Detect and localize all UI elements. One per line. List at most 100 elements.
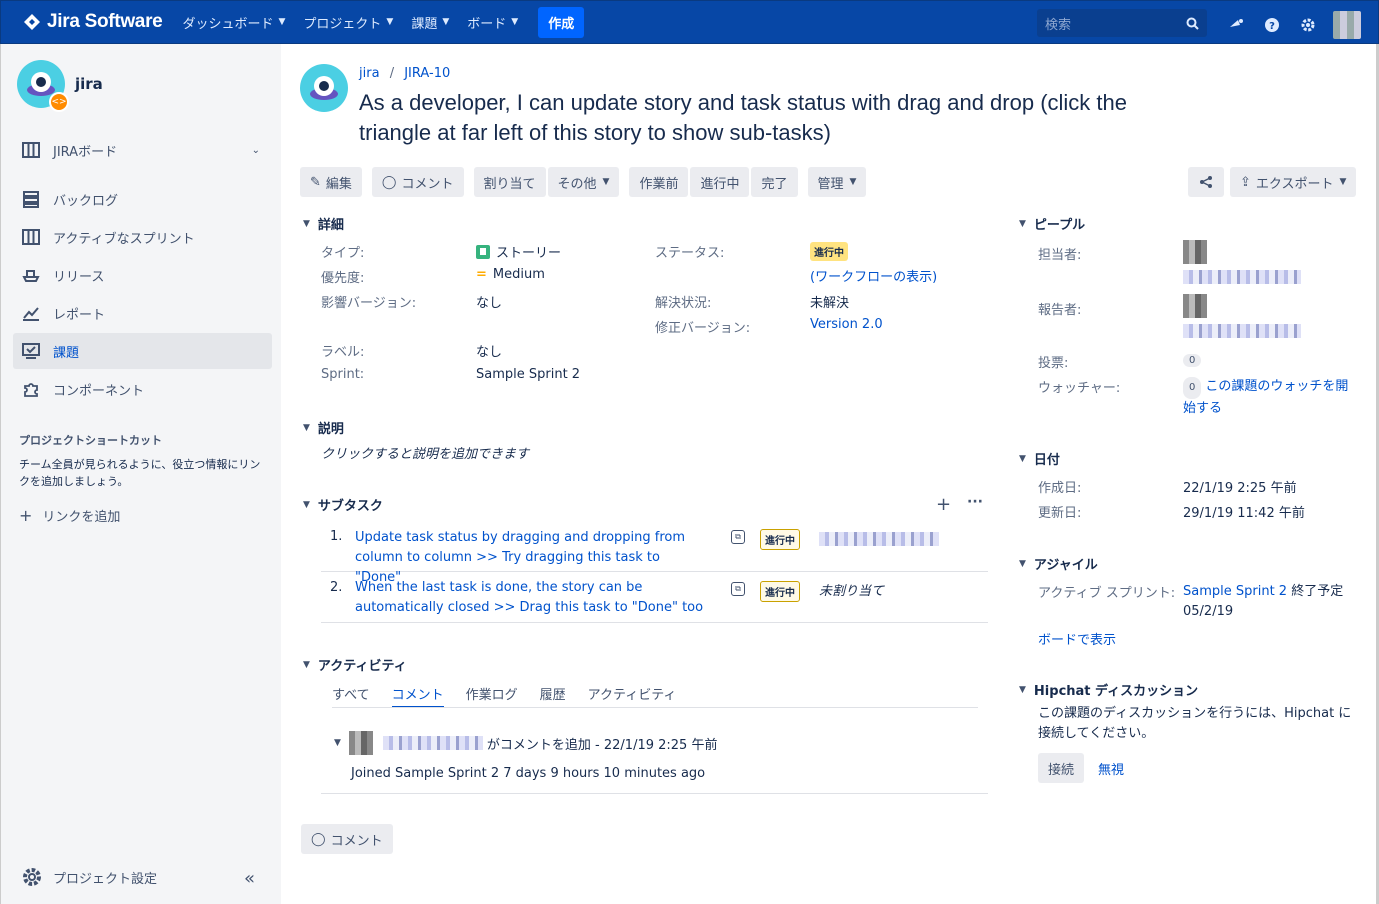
status-in-progress-button[interactable]: 進行中 bbox=[690, 167, 750, 197]
assignee-label: 担当者: bbox=[1038, 248, 1082, 263]
chevron-down-icon: ▼ bbox=[442, 17, 450, 27]
activity-section-toggle[interactable]: ▼ アクティビティ bbox=[303, 655, 407, 674]
issue-title[interactable]: As a developer, I can update story and t… bbox=[359, 88, 1159, 148]
nav-dashboard[interactable]: ダッシュボード ▼ bbox=[182, 13, 285, 32]
subtask-row[interactable]: 1. Update task status by dragging and dr… bbox=[321, 520, 988, 585]
hipchat-section-toggle[interactable]: ▼ Hipchat ディスカッション bbox=[1019, 680, 1198, 699]
nav-projects[interactable]: プロジェクト ▼ bbox=[303, 13, 393, 32]
assignee-value[interactable] bbox=[1183, 240, 1301, 284]
shortcut-description: チーム全員が見られるように、役立つ情報にリンクを追加しましょう。 bbox=[19, 458, 261, 488]
edit-button[interactable]: ✎ 編集 bbox=[300, 167, 362, 197]
share-button[interactable] bbox=[1188, 167, 1224, 197]
subtask-row[interactable]: 2. When the last task is done, the story… bbox=[321, 572, 988, 623]
svg-text:?: ? bbox=[1269, 21, 1275, 32]
tab-history[interactable]: 履歴 bbox=[540, 684, 566, 708]
chevron-down-icon: ▼ bbox=[278, 17, 286, 27]
subtasks-section-toggle[interactable]: ▼ サブタスク bbox=[303, 495, 383, 514]
admin-button[interactable]: 管理 ▼ bbox=[807, 167, 867, 197]
project-settings-button[interactable]: プロジェクト設定 bbox=[21, 866, 157, 888]
watchers-label: ウォッチャー: bbox=[1038, 381, 1121, 396]
export-icon: ⇪ bbox=[1240, 174, 1251, 190]
chevron-down-icon: ▼ bbox=[303, 218, 310, 229]
description-section-toggle[interactable]: ▼ 説明 bbox=[303, 418, 344, 437]
create-button[interactable]: 作成 bbox=[538, 6, 585, 38]
agile-section-toggle[interactable]: ▼ アジャイル bbox=[1019, 554, 1098, 573]
reporter-name-blurred bbox=[1183, 324, 1301, 338]
add-subtask-plus-icon[interactable]: + bbox=[936, 494, 951, 515]
user-avatar[interactable] bbox=[1333, 11, 1361, 39]
jira-logo[interactable]: Jira Software bbox=[23, 11, 163, 33]
more-options-icon[interactable]: ··· bbox=[967, 494, 983, 510]
status-badge: 進行中 bbox=[760, 581, 800, 602]
commenter-avatar bbox=[348, 731, 373, 755]
notifications-icon[interactable] bbox=[1225, 14, 1247, 36]
comment-header: ▼ がコメントを追加 - 22/1/19 2:25 午前 bbox=[334, 731, 717, 755]
add-comment-button[interactable]: ◯ コメント bbox=[301, 824, 393, 854]
sprint-board-icon bbox=[21, 227, 41, 247]
details-section-toggle[interactable]: ▼ 詳細 bbox=[303, 214, 344, 233]
search-input[interactable]: 検索 bbox=[1037, 9, 1207, 37]
votes-count[interactable]: 0 bbox=[1183, 354, 1202, 367]
sidebar-item-components[interactable]: コンポーネント bbox=[13, 371, 272, 407]
start-watching-link[interactable]: この課題のウォッチを開始する bbox=[1183, 379, 1348, 416]
assign-button[interactable]: 割り当て bbox=[473, 167, 546, 197]
type-value: ストーリー bbox=[476, 242, 561, 261]
more-button[interactable]: その他 ▼ bbox=[547, 167, 620, 197]
sidebar-item-reports[interactable]: レポート bbox=[13, 295, 272, 331]
shortcut-heading: プロジェクトショートカット bbox=[19, 434, 162, 447]
export-button[interactable]: ⇪ エクスポート ▼ bbox=[1230, 167, 1357, 197]
people-section-toggle[interactable]: ▼ ピープル bbox=[1019, 214, 1085, 233]
sidebar-board-selector[interactable]: JIRAボード ⌄ bbox=[13, 132, 272, 168]
breadcrumb-project-link[interactable]: jira bbox=[359, 66, 380, 81]
priority-value: = Medium bbox=[476, 267, 545, 282]
breadcrumb-issue-key-link[interactable]: JIRA-10 bbox=[404, 66, 450, 81]
reporter-value[interactable] bbox=[1183, 294, 1301, 338]
add-link-button[interactable]: + リンクを追加 bbox=[19, 506, 120, 525]
nav-boards[interactable]: ボード ▼ bbox=[467, 13, 518, 32]
assignee-name-blurred bbox=[1183, 270, 1301, 284]
sidebar-item-backlog[interactable]: バックログ bbox=[13, 181, 272, 217]
active-sprint-value: Sample Sprint 2 終了予定 05/2/19 bbox=[1183, 584, 1344, 619]
active-sprint-link[interactable]: Sample Sprint 2 bbox=[1183, 584, 1287, 599]
fix-version-link[interactable]: Version 2.0 bbox=[810, 317, 883, 332]
tab-worklog[interactable]: 作業ログ bbox=[466, 684, 518, 708]
nav-issues[interactable]: 課題 ▼ bbox=[411, 13, 449, 32]
tab-activity[interactable]: アクティビティ bbox=[588, 684, 677, 708]
dates-section-toggle[interactable]: ▼ 日付 bbox=[1019, 449, 1060, 468]
project-avatar: <> bbox=[17, 60, 69, 112]
chevron-down-icon: ▼ bbox=[1019, 684, 1026, 695]
created-value: 22/1/19 2:25 午前 bbox=[1183, 481, 1297, 496]
chevron-down-icon: ▼ bbox=[511, 17, 519, 27]
subtask-summary-link[interactable]: When the last task is done, the story ca… bbox=[355, 578, 715, 618]
sidebar-item-releases[interactable]: リリース bbox=[13, 257, 272, 293]
plus-icon: + bbox=[19, 506, 33, 525]
reporter-label: 報告者: bbox=[1038, 303, 1082, 318]
status-done-button[interactable]: 完了 bbox=[751, 167, 798, 197]
collapse-comment-icon[interactable]: ▼ bbox=[334, 738, 341, 748]
collapse-sidebar-icon[interactable]: « bbox=[244, 868, 255, 889]
gear-icon[interactable] bbox=[1297, 14, 1319, 36]
help-icon[interactable]: ? bbox=[1261, 14, 1283, 36]
hipchat-ignore-link[interactable]: 無視 bbox=[1098, 759, 1124, 778]
status-badge: 進行中 bbox=[760, 529, 800, 550]
tab-all[interactable]: すべて bbox=[332, 684, 370, 708]
project-header[interactable]: <> jira bbox=[17, 60, 103, 112]
active-sprint-label: アクティブ スプリント: bbox=[1038, 586, 1176, 601]
hipchat-connect-button[interactable]: 接続 bbox=[1038, 753, 1085, 783]
chevron-down-icon: ▼ bbox=[303, 499, 310, 510]
project-name: jira bbox=[75, 75, 103, 93]
watchers-count[interactable]: 0 bbox=[1183, 377, 1202, 399]
comment-button[interactable]: ◯ コメント bbox=[371, 167, 464, 197]
view-workflow-link[interactable]: (ワークフローの表示) bbox=[810, 266, 937, 285]
chevron-down-icon: ▼ bbox=[303, 422, 310, 433]
view-on-board-link[interactable]: ボードで表示 bbox=[1038, 629, 1116, 648]
affects-version-label: 影響バージョン: bbox=[321, 296, 417, 311]
sidebar-item-active-sprint[interactable]: アクティブなスプリント bbox=[13, 219, 272, 255]
chevron-down-icon: ▼ bbox=[602, 177, 610, 187]
status-todo-button[interactable]: 作業前 bbox=[629, 167, 689, 197]
commenter-name-blurred[interactable] bbox=[382, 736, 483, 750]
description-placeholder[interactable]: クリックすると説明を追加できます bbox=[321, 443, 529, 462]
chevron-down-icon: ▼ bbox=[303, 659, 310, 670]
tab-comments[interactable]: コメント bbox=[391, 684, 444, 708]
sidebar-item-issues[interactable]: 課題 bbox=[13, 333, 272, 369]
